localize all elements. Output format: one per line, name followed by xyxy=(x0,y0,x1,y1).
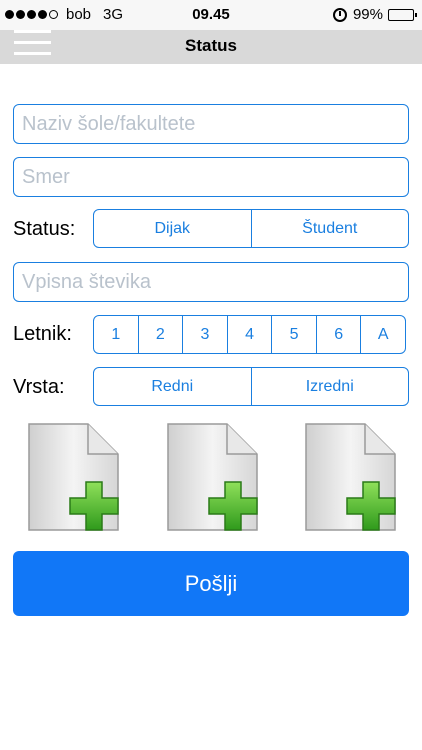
year-option-1[interactable]: 1 xyxy=(94,316,139,353)
add-document-button-1[interactable] xyxy=(26,422,122,534)
add-document-icon xyxy=(167,423,258,531)
year-option-6[interactable]: 6 xyxy=(317,316,362,353)
status-option-student[interactable]: Študent xyxy=(252,210,409,247)
status-segmented-control[interactable]: Dijak Študent xyxy=(93,209,409,248)
add-document-button-3[interactable] xyxy=(303,422,399,534)
enrollment-number-input[interactable] xyxy=(14,263,408,301)
status-bar: bob 3G 09.45 99% xyxy=(0,0,422,30)
page-title: Status xyxy=(185,36,237,55)
add-document-icon xyxy=(305,423,396,531)
year-option-4[interactable]: 4 xyxy=(228,316,273,353)
type-label: Vrsta: xyxy=(13,376,65,398)
direction-input[interactable] xyxy=(14,158,408,196)
direction-field[interactable] xyxy=(13,157,409,197)
submit-button[interactable]: Pošlji xyxy=(13,551,409,616)
battery-icon xyxy=(388,8,417,21)
year-option-2[interactable]: 2 xyxy=(139,316,184,353)
type-segmented-control[interactable]: Redni Izredni xyxy=(93,367,409,406)
enrollment-number-field[interactable] xyxy=(13,262,409,302)
status-label: Status: xyxy=(13,218,76,240)
year-option-3[interactable]: 3 xyxy=(183,316,228,353)
year-option-5[interactable]: 5 xyxy=(272,316,317,353)
add-document-button-2[interactable] xyxy=(165,422,261,534)
year-label: Letnik: xyxy=(13,323,72,345)
school-name-field[interactable] xyxy=(13,104,409,144)
status-option-dijak[interactable]: Dijak xyxy=(94,210,252,247)
navigation-bar: Status xyxy=(0,30,422,64)
add-document-icon xyxy=(28,423,119,531)
type-option-redni[interactable]: Redni xyxy=(94,368,252,405)
school-name-input[interactable] xyxy=(14,105,408,143)
type-option-izredni[interactable]: Izredni xyxy=(252,368,409,405)
year-option-a[interactable]: A xyxy=(361,316,405,353)
year-segmented-control[interactable]: 1 2 3 4 5 6 A xyxy=(93,315,406,354)
battery-percent: 99% xyxy=(352,6,383,23)
alarm-icon xyxy=(332,7,347,22)
